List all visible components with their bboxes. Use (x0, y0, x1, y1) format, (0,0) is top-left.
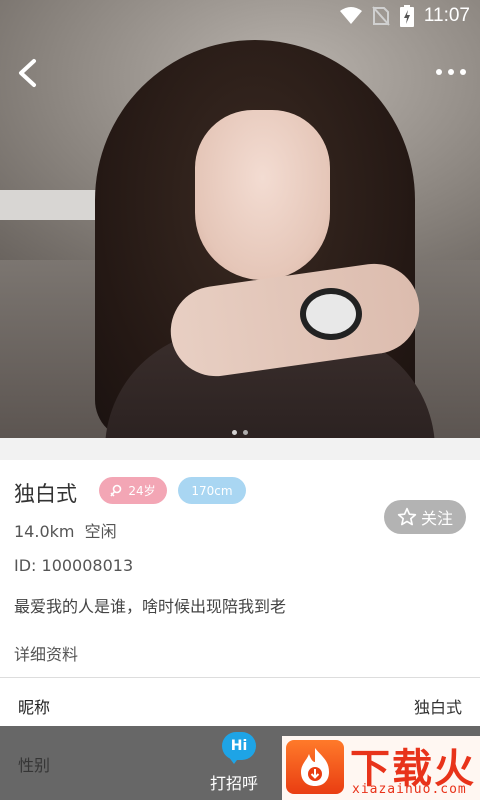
detail-row-nickname: 昵称 独白式 (0, 678, 480, 726)
more-dots-icon (436, 69, 466, 75)
details-title: 详细资料 (14, 645, 79, 664)
user-id: ID: 100008013 (14, 556, 134, 575)
profile-motto: 最爱我的人是谁，啥时候出现陪我到老 (14, 597, 287, 616)
height-badge: 170cm (178, 477, 246, 504)
photo-subject-face (195, 110, 330, 280)
hi-bubble-tail (228, 756, 240, 764)
status-bar: 11:07 (339, 4, 470, 28)
profile-name: 独白式 (14, 482, 77, 506)
age-badge: 24岁 (99, 477, 167, 504)
star-outline-icon (397, 507, 417, 526)
section-gap (0, 438, 480, 460)
pager-dot[interactable] (243, 430, 248, 435)
greet-button[interactable]: Hi 打招呼 (200, 730, 280, 798)
status-time: 11:07 (423, 5, 470, 26)
age-text: 24岁 (128, 484, 156, 498)
watermark: 下载火 xiazaihuo.com (282, 736, 480, 800)
follow-button[interactable]: 关注 (384, 500, 466, 534)
detail-key: 昵称 (18, 698, 51, 717)
no-sim-icon (372, 6, 390, 26)
back-button[interactable] (10, 56, 44, 90)
height-text: 170cm (191, 483, 233, 498)
chevron-left-icon (19, 59, 36, 87)
profile-photo[interactable] (0, 0, 480, 438)
greet-label: 打招呼 (210, 774, 259, 793)
more-button[interactable] (434, 60, 468, 84)
gallery-pager (0, 420, 480, 439)
follow-label: 关注 (420, 509, 453, 528)
pager-dot[interactable] (232, 430, 237, 435)
wifi-icon (339, 7, 362, 24)
distance-status: 14.0km 空闲 (14, 522, 117, 541)
photo-subject-watch (300, 288, 362, 340)
flame-logo-icon (286, 740, 344, 794)
battery-charging-icon (399, 5, 414, 27)
female-icon (110, 484, 122, 496)
detail-value: 独白式 (413, 698, 462, 717)
watermark-url: xiazaihuo.com (352, 782, 467, 797)
